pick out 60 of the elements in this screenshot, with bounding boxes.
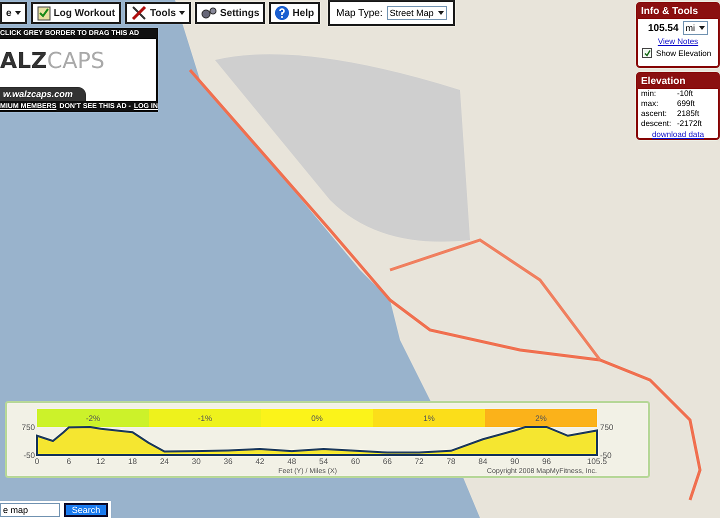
x-tick-label: 105.5 [586, 457, 608, 466]
x-tick-label: 12 [96, 457, 106, 466]
x-tick-label: 30 [192, 457, 201, 466]
toolbar-button[interactable]: Tools [125, 2, 191, 24]
search-field[interactable]: e map [0, 503, 60, 517]
x-tick-label: 6 [66, 457, 72, 466]
panel-title: Elevation [638, 74, 718, 89]
x-tick-label: 60 [351, 457, 360, 466]
unit-select[interactable]: mi [682, 21, 708, 35]
x-tick-label: 66 [382, 457, 392, 466]
map-type-label: Map Type: [336, 8, 383, 18]
stat-value: 2185ft [677, 109, 700, 119]
stat-value: -10ft [677, 89, 694, 99]
search-button[interactable]: Search [64, 503, 108, 517]
x-tick-label: 18 [128, 457, 137, 466]
x-tick-label: 48 [287, 457, 296, 466]
show-elevation-checkbox[interactable] [642, 48, 652, 58]
map-type-select[interactable]: Street Map [386, 6, 447, 20]
x-tick-label: 24 [160, 457, 169, 466]
caret-icon [178, 11, 185, 15]
y-tick-label: 750 [600, 423, 614, 432]
stat-label: max: [641, 99, 660, 109]
ad-logo: ALZCAPS [0, 48, 106, 74]
grade-label: -1% [198, 414, 212, 423]
x-tick-label: 90 [510, 457, 520, 466]
stat-label: descent: [641, 119, 672, 129]
grade-label: 0% [311, 414, 323, 423]
y-tick-label: -50 [23, 451, 35, 460]
toolbar-button[interactable]: Help [269, 2, 320, 24]
x-tick-label: 78 [446, 457, 456, 466]
panel-title: Info & Tools [638, 4, 718, 19]
view-notes-link[interactable]: View Notes [638, 37, 718, 46]
grade-label: 2% [535, 414, 547, 423]
distance-value: 105.54 [648, 22, 679, 34]
x-tick-label: 54 [319, 457, 328, 466]
x-tick-label: 84 [478, 457, 488, 466]
stat-label: min: [641, 89, 658, 99]
stat-value: 699ft [677, 99, 696, 109]
grade-label: -2% [86, 414, 100, 423]
caret-icon [699, 26, 706, 30]
caret-icon [438, 11, 444, 15]
ad-url: w.walzcaps.com [0, 87, 86, 101]
clipboard-check-icon [36, 5, 51, 21]
x-tick-label: 0 [34, 457, 40, 466]
toolbar-button[interactable]: Settings [194, 2, 266, 24]
toolbar-button[interactable]: Log Workout [30, 2, 122, 24]
x-tick-label: 72 [414, 457, 424, 466]
x-tick-label: 36 [224, 457, 233, 466]
toolbar-button[interactable]: e [0, 2, 27, 24]
x-tick-label: 42 [255, 457, 264, 466]
checkbox-label: Show Elevation [656, 48, 712, 58]
stat-value: -2172ft [677, 119, 703, 129]
grade-label: 1% [423, 414, 435, 423]
y-tick-label: 750 [22, 423, 35, 432]
y-tick-label: -50 [600, 451, 612, 460]
stat-label: ascent: [641, 109, 668, 119]
help-icon [275, 6, 290, 20]
x-tick-label: 96 [542, 457, 552, 466]
download-data-link[interactable]: download data [638, 130, 718, 139]
caret-icon [14, 11, 21, 15]
